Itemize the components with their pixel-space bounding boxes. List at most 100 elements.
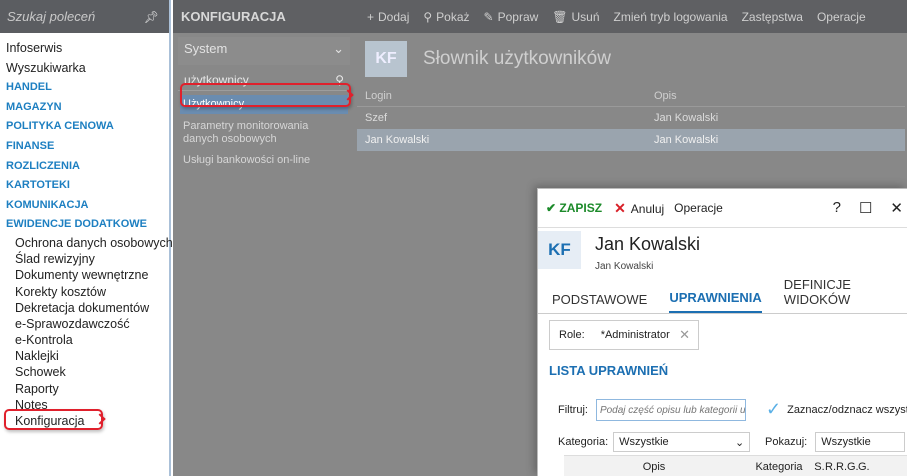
user-edit-dialog: ✔ ZAPISZ ✕ Anuluj Operacje ? ☐ ✕ KF Jan K… xyxy=(537,188,907,476)
column-mark[interactable]: G. xyxy=(847,461,859,473)
kf-badge: KF xyxy=(538,231,581,269)
plus-icon: + xyxy=(367,9,375,24)
toggle-all-label: Zaznacz/odznacz wszyst xyxy=(787,403,907,416)
permissions-list-title: LISTA UPRAWNIEŃ xyxy=(549,363,669,378)
filter-input[interactable] xyxy=(595,399,746,421)
add-button[interactable]: + Dodaj xyxy=(367,10,409,24)
config-item-monitoring[interactable]: Parametry monitorowania danych osobowych xyxy=(173,116,355,150)
cell-opis: Jan Kowalski xyxy=(654,112,719,124)
nav-item[interactable]: Wyszukiwarka xyxy=(0,59,169,79)
nav-item[interactable]: Infoserwis xyxy=(0,39,169,59)
nav-subitem[interactable]: Ochrona danych osobowych xyxy=(0,235,173,251)
nav-item[interactable]: HANDEL xyxy=(0,78,169,98)
magnifier-icon: ⚲ xyxy=(423,9,433,24)
nav-subitem[interactable]: Naklejki xyxy=(0,348,169,364)
navigation-panel: Szukaj poleceń 📌︎ Infoserwis Wyszukiwarka… xyxy=(0,0,173,476)
grid-header: Login Opis xyxy=(357,85,905,107)
nav-subitem[interactable]: Raporty xyxy=(0,381,169,397)
chevron-down-icon: ⌄ xyxy=(734,436,745,449)
permissions-table-header: Opis Kategoria S. R. R. G. G. xyxy=(564,455,907,476)
column-mark[interactable]: S. xyxy=(814,461,825,473)
nav-subitem[interactable]: e-Kontrola xyxy=(0,332,169,348)
system-group[interactable]: System ⌄ xyxy=(178,37,350,65)
nav-item[interactable]: ROZLICZENIA xyxy=(0,157,169,177)
close-window-icon[interactable]: ✕ xyxy=(890,199,903,217)
checkbox-icon[interactable]: ✓ xyxy=(766,399,781,420)
table-row[interactable]: Jan Kowalski Jan Kowalski xyxy=(357,129,905,151)
configuration-header: KONFIGURACJA xyxy=(173,0,355,33)
nav-item[interactable]: KARTOTEKI xyxy=(0,176,169,196)
nav-subitem[interactable]: Dokumenty wewnętrzne xyxy=(0,267,169,283)
trash-icon: 🗑︎ xyxy=(552,9,568,24)
clear-icon[interactable]: ✕ xyxy=(679,327,690,343)
cancel-button[interactable]: ✕ Anuluj xyxy=(614,200,664,217)
show-label: Pokazuj: xyxy=(765,436,808,448)
configuration-tree-panel: KONFIGURACJA System ⌄ użytkownicy ⚲ Użyt… xyxy=(173,0,355,476)
operations-button[interactable]: Operacje xyxy=(817,10,866,24)
user-name: Jan Kowalski xyxy=(595,234,701,254)
command-search-input[interactable]: Szukaj poleceń xyxy=(7,9,95,24)
tab-uprawnienia[interactable]: UPRAWNIENIA xyxy=(669,290,762,313)
chevron-down-icon[interactable]: ⌄ xyxy=(333,37,344,65)
nav-subitem[interactable]: Schowek xyxy=(0,364,169,380)
cell-login: Szef xyxy=(365,112,388,124)
system-group-label: System xyxy=(184,41,228,56)
navigation-menu: Infoserwis Wyszukiwarka HANDEL MAGAZYN POLIT… xyxy=(0,33,173,429)
dialog-toolbar: ✔ ZAPISZ ✕ Anuluj Operacje ? ☐ ✕ xyxy=(538,189,907,227)
column-mark[interactable]: R. xyxy=(825,461,836,473)
nav-item[interactable]: KOMUNIKACJA xyxy=(0,196,169,216)
tab-podstawowe[interactable]: PODSTAWOWE xyxy=(552,292,647,313)
role-value: *Administrator xyxy=(600,329,670,341)
filter-label: Filtruj: xyxy=(558,404,588,416)
nav-item[interactable]: MAGAZYN xyxy=(0,98,169,118)
cell-opis: Jan Kowalski xyxy=(654,134,719,146)
tab-definicje-widokow[interactable]: DEFINICJE WIDOKÓW xyxy=(784,277,907,313)
nav-subitem[interactable]: Dekretacja dokumentów xyxy=(0,300,169,316)
window-controls: ? ☐ ✕ xyxy=(833,199,907,217)
role-field[interactable]: Role: *Administrator ✕ xyxy=(549,320,699,350)
show-row: Pokazuj: Wszystkie xyxy=(765,432,906,452)
list-title-row: KF Słownik użytkowników xyxy=(355,33,907,85)
category-label: Kategoria: xyxy=(558,436,609,448)
pencil-icon: ✎ xyxy=(483,9,494,24)
column-kategoria[interactable]: Kategoria xyxy=(744,461,814,473)
column-mark[interactable]: G. xyxy=(858,461,870,473)
nav-subitem[interactable]: Korekty kosztów xyxy=(0,284,169,300)
save-button[interactable]: ✔ ZAPISZ xyxy=(546,201,602,215)
cell-login: Jan Kowalski xyxy=(365,134,430,146)
delete-button[interactable]: 🗑︎ Usuń xyxy=(552,10,599,24)
nav-subitem[interactable]: e-Sprawozdawczość xyxy=(0,316,169,332)
category-row: Kategoria: Wszystkie ⌄ xyxy=(558,432,751,452)
column-login[interactable]: Login xyxy=(357,85,646,106)
show-select[interactable]: Wszystkie xyxy=(815,432,906,452)
dialog-operations-button[interactable]: Operacje xyxy=(674,201,723,215)
change-login-mode-button[interactable]: Zmień tryb logowania xyxy=(614,10,728,24)
nav-item[interactable]: FINANSE xyxy=(0,137,169,157)
role-label: Role: xyxy=(559,329,585,341)
list-toolbar: + Dodaj ⚲ Pokaż ✎ Popraw 🗑︎ Usuń Zmień tryb … xyxy=(355,0,907,33)
nav-item[interactable]: POLITYKA CENOWA xyxy=(0,117,169,137)
maximize-icon[interactable]: ☐ xyxy=(859,199,872,217)
nav-subitem[interactable]: Ślad rewizyjny xyxy=(0,251,169,267)
category-select[interactable]: Wszystkie ⌄ xyxy=(613,432,751,452)
table-row[interactable]: Szef Jan Kowalski xyxy=(357,107,905,129)
column-mark[interactable]: R. xyxy=(836,461,847,473)
toggle-all-checkbox[interactable]: ✓ Zaznacz/odznacz wszyst xyxy=(766,399,907,420)
column-opis[interactable]: Opis xyxy=(646,85,905,106)
close-x-icon: ✕ xyxy=(614,199,626,216)
kf-badge: KF xyxy=(365,41,407,77)
dialog-title: KF Jan Kowalski Jan Kowalski xyxy=(538,227,907,274)
pin-icon[interactable]: 📌︎ xyxy=(144,10,159,24)
config-item-banking[interactable]: Usługi bankowości on-line xyxy=(173,150,355,171)
show-button[interactable]: ⚲ Pokaż xyxy=(423,10,469,24)
column-opis[interactable]: Opis xyxy=(564,461,744,473)
list-title: Słownik użytkowników xyxy=(423,48,611,69)
help-button[interactable]: ? xyxy=(833,199,841,217)
callout-konfiguracja xyxy=(4,409,103,430)
callout-users xyxy=(180,83,351,107)
checkmark-icon: ✔ xyxy=(546,201,560,215)
edit-button[interactable]: ✎ Popraw xyxy=(484,10,539,24)
substitutes-button[interactable]: Zastępstwa xyxy=(742,10,803,24)
nav-item[interactable]: EWIDENCJE DODATKOWE xyxy=(0,215,169,235)
command-search-bar[interactable]: Szukaj poleceń 📌︎ xyxy=(0,0,169,33)
